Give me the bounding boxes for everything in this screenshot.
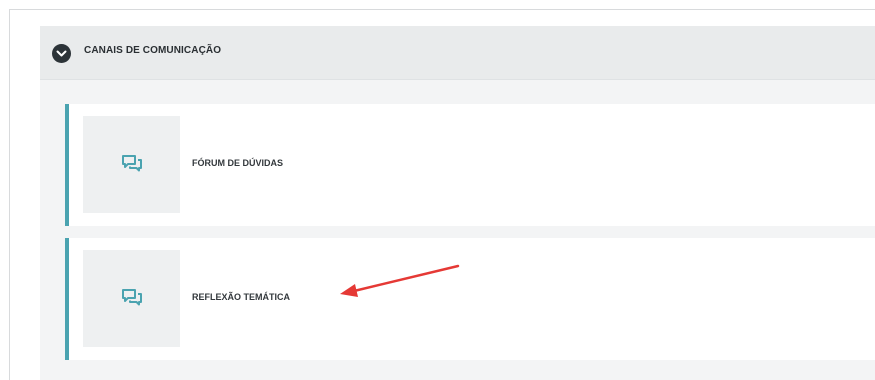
communication-channels-section: CANAIS DE COMUNICAÇÃO FÓRUM DE DÚVIDAS R… <box>40 26 875 380</box>
activity-reflexao-tematica[interactable]: REFLEXÃO TEMÁTICA <box>65 238 875 360</box>
activity-forum-duvidas[interactable]: FÓRUM DE DÚVIDAS <box>65 104 875 226</box>
activity-label[interactable]: REFLEXÃO TEMÁTICA <box>192 292 290 302</box>
activity-thumbnail <box>83 116 180 213</box>
activity-label[interactable]: FÓRUM DE DÚVIDAS <box>192 158 283 168</box>
collapse-toggle-button[interactable] <box>52 44 71 63</box>
chevron-down-icon <box>56 50 67 57</box>
section-header[interactable]: CANAIS DE COMUNICAÇÃO <box>40 26 875 80</box>
chat-bubbles-icon <box>122 289 142 306</box>
red-arrow-annotation <box>340 264 460 297</box>
activity-thumbnail <box>83 250 180 347</box>
section-title: CANAIS DE COMUNICAÇÃO <box>84 45 222 56</box>
chat-bubbles-icon <box>122 155 142 172</box>
